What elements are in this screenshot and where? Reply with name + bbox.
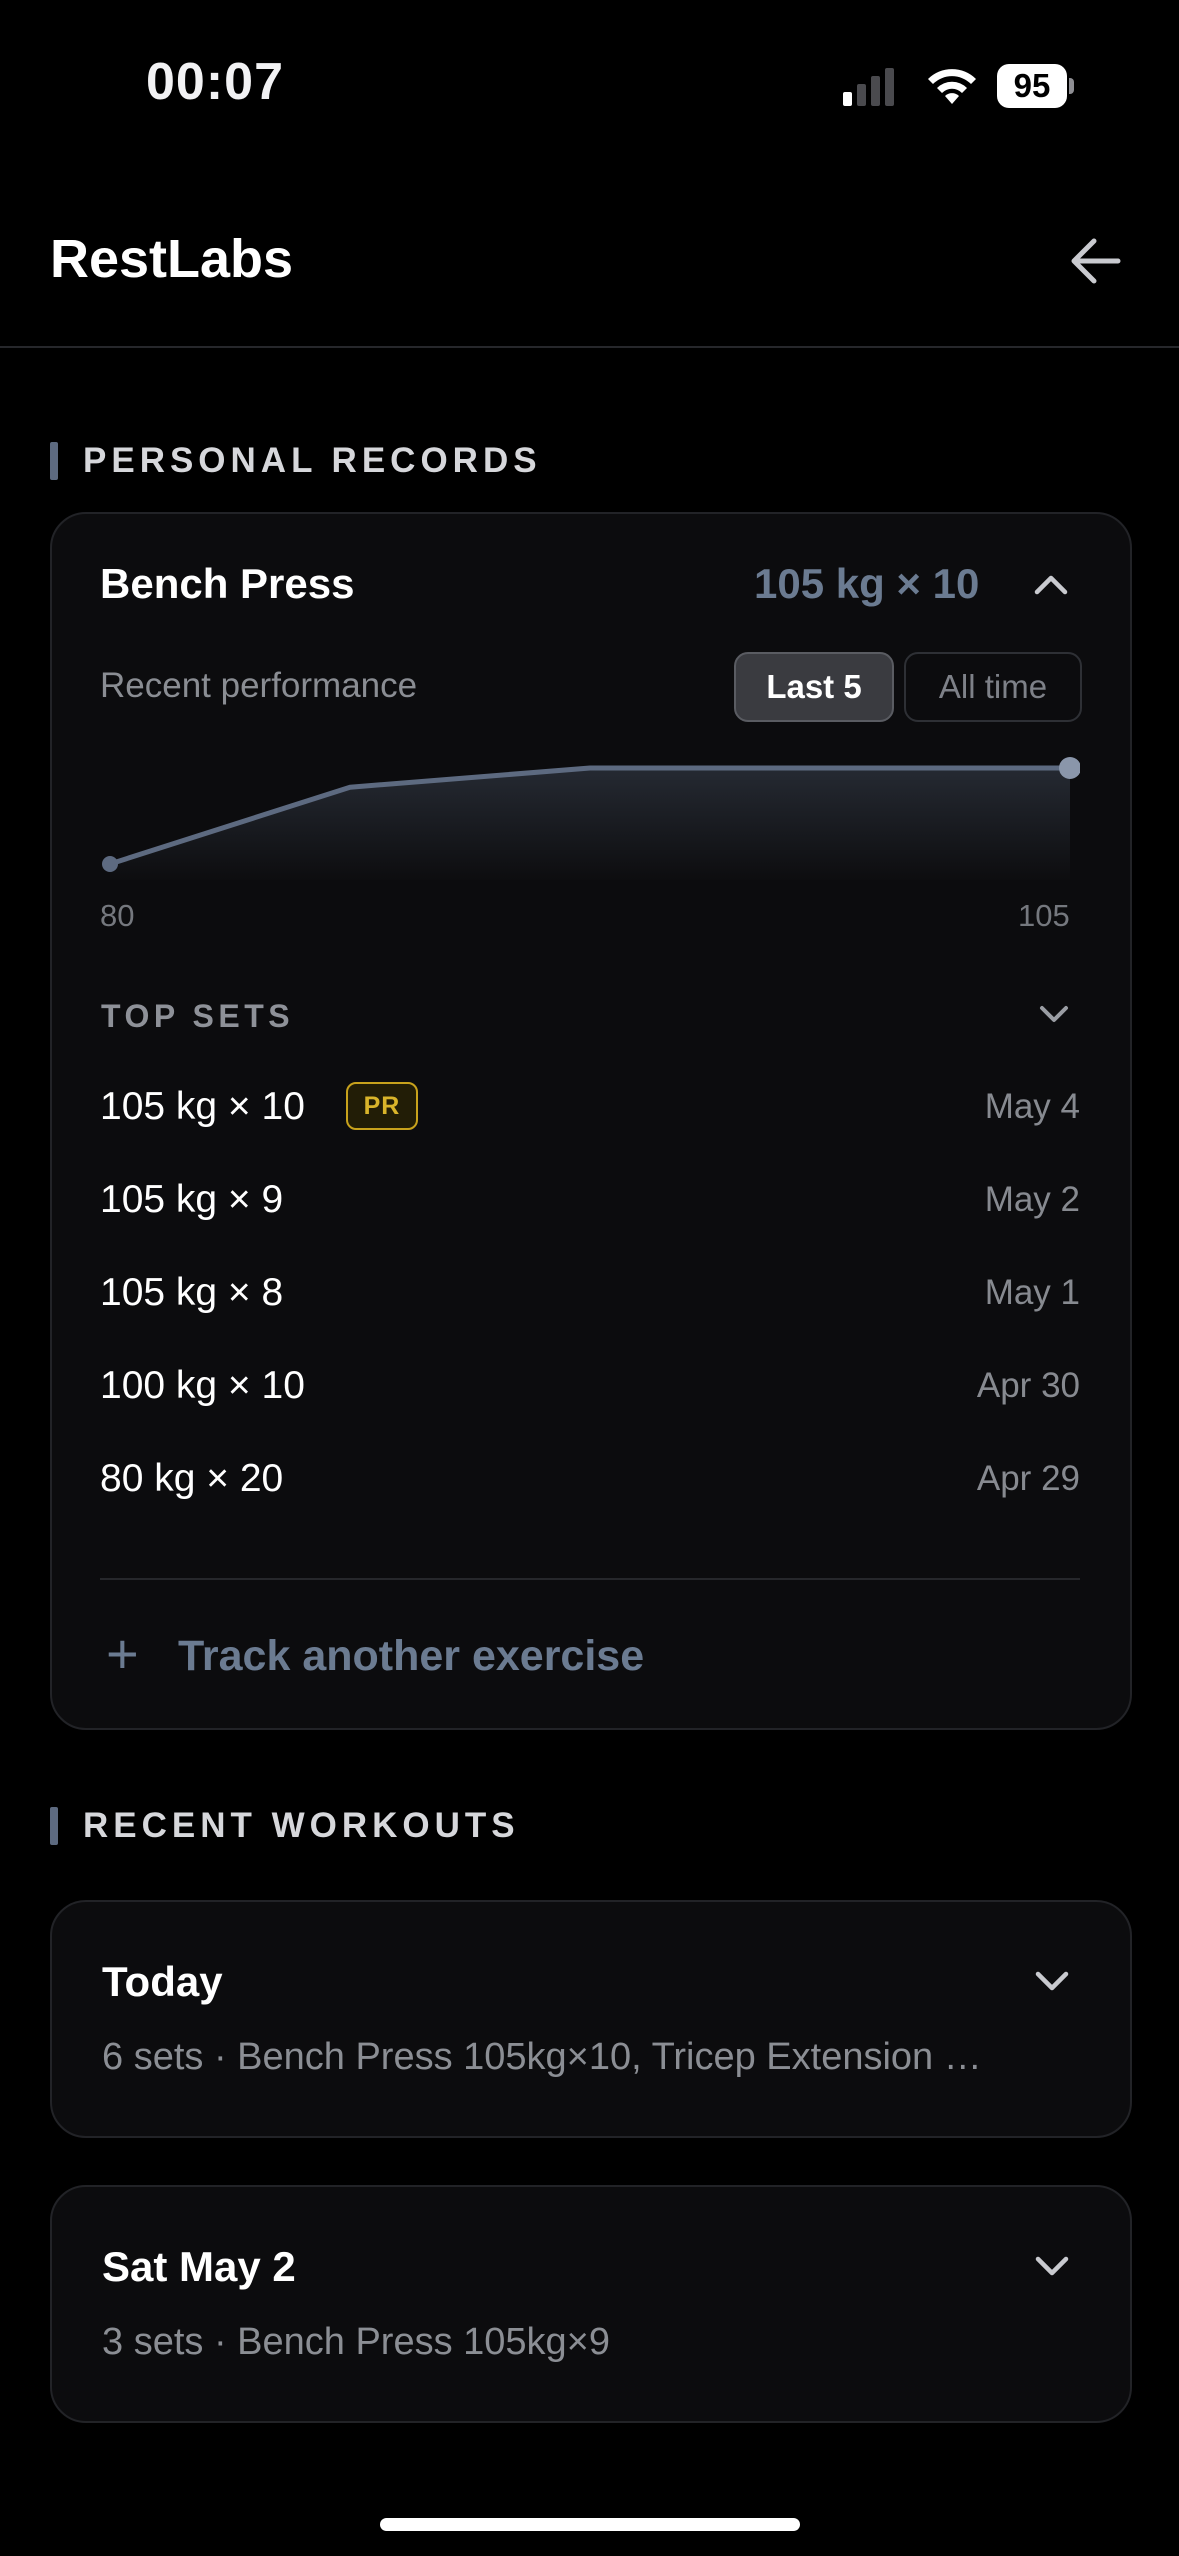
chevron-up-icon[interactable] xyxy=(1031,568,1071,602)
track-another-label: Track another exercise xyxy=(178,1632,645,1680)
top-sets-label: TOP SETS xyxy=(101,998,295,1034)
battery-icon: 95 xyxy=(997,64,1074,108)
header-divider xyxy=(0,346,1179,348)
chevron-down-icon[interactable] xyxy=(1032,2249,1072,2283)
chart-min-label: 80 xyxy=(100,898,135,933)
app-title: RestLabs xyxy=(50,229,294,289)
section-recent-workouts: RECENT WORKOUTS xyxy=(50,1803,520,1849)
exercise-name[interactable]: Bench Press xyxy=(100,560,354,608)
top-set-row: 100 kg × 10 Apr 30 xyxy=(100,1353,1080,1419)
workout-card-today[interactable]: Today 6 sets · Bench Press 105kg×10, Tri… xyxy=(50,1900,1132,2138)
chart-area xyxy=(110,768,1070,880)
section-accent-bar xyxy=(50,442,58,480)
set-value: 105 kg × 10 xyxy=(100,1085,305,1128)
set-value: 100 kg × 10 xyxy=(100,1364,305,1407)
set-value: 80 kg × 20 xyxy=(100,1457,284,1500)
section-accent-bar xyxy=(50,1807,58,1845)
set-date: Apr 30 xyxy=(976,1366,1080,1405)
set-value: 105 kg × 9 xyxy=(100,1178,284,1221)
status-time: 00:07 xyxy=(146,53,284,111)
section-title: RECENT WORKOUTS xyxy=(83,1806,520,1845)
top-set-row: 105 kg × 8 May 1 xyxy=(100,1260,1080,1326)
exercise-best: 105 kg × 10 xyxy=(754,560,980,607)
top-set-row: 80 kg × 20 Apr 29 xyxy=(100,1446,1080,1512)
section-title: PERSONAL RECORDS xyxy=(83,441,542,480)
back-arrow-icon[interactable] xyxy=(1066,232,1124,290)
chart-point-start xyxy=(102,856,118,872)
set-date: May 4 xyxy=(984,1087,1080,1126)
set-date: May 1 xyxy=(984,1273,1080,1312)
wifi-icon xyxy=(928,69,976,104)
chart-max-label: 105 xyxy=(1018,898,1070,933)
workout-title: Sat May 2 xyxy=(102,2243,296,2290)
cellular-signal-icon xyxy=(843,68,894,106)
card-divider xyxy=(100,1578,1080,1580)
battery-level: 95 xyxy=(997,64,1067,108)
workout-summary: 3 sets · Bench Press 105kg×9 xyxy=(102,2321,611,2363)
chevron-down-icon[interactable] xyxy=(1036,998,1072,1030)
plus-icon: + xyxy=(106,1622,139,1685)
range-all-time-button[interactable]: All time xyxy=(904,652,1082,722)
set-value: 105 kg × 8 xyxy=(100,1271,284,1314)
home-indicator xyxy=(380,2518,800,2531)
top-set-row: 105 kg × 9 May 2 xyxy=(100,1167,1080,1233)
section-personal-records: PERSONAL RECORDS xyxy=(50,438,542,484)
chevron-down-icon[interactable] xyxy=(1032,1964,1072,1998)
set-date: May 2 xyxy=(984,1180,1080,1219)
range-last-5-button[interactable]: Last 5 xyxy=(734,652,894,722)
set-date: Apr 29 xyxy=(976,1459,1080,1498)
top-set-row: 105 kg × 10 PR May 4 xyxy=(100,1074,1080,1140)
track-another-exercise-button[interactable]: + Track another exercise xyxy=(100,1622,700,1692)
recent-performance-label: Recent performance xyxy=(100,666,418,705)
performance-chart xyxy=(102,757,1080,880)
workout-title: Today xyxy=(102,1958,223,2005)
chart-point-latest xyxy=(1059,757,1080,779)
workout-card-sat-may-2[interactable]: Sat May 2 3 sets · Bench Press 105kg×9 xyxy=(50,2185,1132,2423)
workout-summary: 6 sets · Bench Press 105kg×10, Tricep Ex… xyxy=(102,2036,982,2078)
pr-badge: PR xyxy=(346,1082,418,1130)
